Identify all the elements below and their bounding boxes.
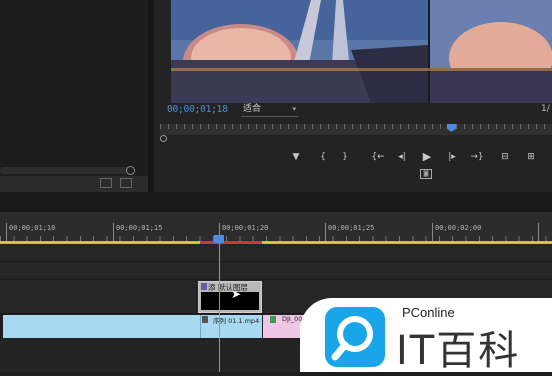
mouse-cursor-icon: ➤ [231,287,242,301]
export-icon[interactable] [100,178,112,188]
camera-icon[interactable]: ◙ [420,169,432,179]
ruler-major-tick [432,223,433,243]
pconline-logo-icon [325,307,385,367]
go-to-out-icon[interactable]: →} [470,151,484,163]
ruler-major-tick [113,223,114,243]
in-point-icon[interactable]: { [316,151,330,163]
fx-badge-icon [201,283,207,290]
timeline-header [0,192,552,212]
zoom-fit-select[interactable]: 适合 ▾ [241,103,298,117]
video-preview [171,0,552,103]
play-icon[interactable]: ▶ [420,151,434,163]
step-back-icon[interactable]: ◂| [395,151,409,163]
extract-icon[interactable]: ⊞ [524,151,538,163]
source-panel [0,0,148,192]
camera-icon[interactable] [120,178,132,188]
marker-icon[interactable]: ▼ [289,151,303,163]
timeline-playhead[interactable] [214,235,224,243]
scrub-ticks [160,124,552,129]
source-toolbar [0,176,148,192]
magnifier-icon [331,316,373,361]
source-scroll-knob[interactable] [126,166,135,175]
ruler-label: 00;00;01;20 [222,224,269,232]
zoom-scroll-knob[interactable] [160,135,167,142]
playhead-timecode[interactable]: 00;00;01;18 [167,104,228,115]
go-to-in-icon[interactable]: {← [371,151,385,163]
resolution-select[interactable]: 1/ [541,104,550,114]
ruler-major-tick [325,223,326,243]
fx-badge-icon [202,316,208,323]
ruler-major-tick [538,223,539,243]
ruler-label: 00;00;01;25 [328,224,375,232]
source-scrollbar[interactable] [0,167,130,174]
ruler-label: 00;00;01;15 [116,224,163,232]
out-point-icon[interactable]: } [338,151,352,163]
ruler-label: 00;00;01;10 [9,224,56,232]
title-clip-thumbnail [201,292,259,310]
track-v3 [0,262,552,280]
track-v4 [0,244,552,262]
timeline-playhead-line [219,235,220,372]
ruler-label: 00;00;02;00 [435,224,482,232]
video-clip[interactable] [3,315,201,338]
preview-image [171,0,552,103]
chevron-down-icon: ▾ [292,105,296,113]
step-forward-icon[interactable]: |▸ [445,151,459,163]
watermark-big-text: IT百科 [396,328,521,374]
zoom-fit-value: 适合 [243,104,262,114]
fx-badge-icon [270,316,276,323]
clip-label: DJI_00 [282,315,303,323]
ruler-major-tick [6,223,7,243]
lift-icon[interactable]: ⊟ [498,151,512,163]
